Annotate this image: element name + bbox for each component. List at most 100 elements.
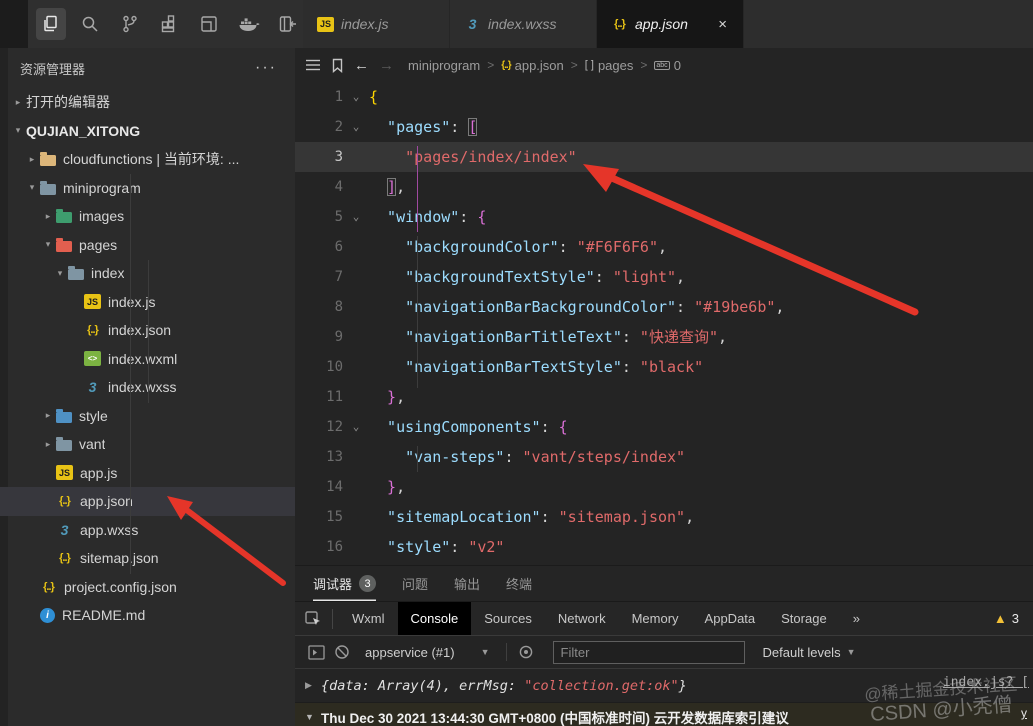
code-line-6[interactable]: 6 "backgroundColor": "#F6F6F6", (295, 232, 1033, 262)
code-line-3[interactable]: 3 "pages/index/index" (295, 142, 1033, 172)
explorer-more-actions-icon[interactable]: ··· (255, 59, 277, 77)
tree-item-images[interactable]: ▸ images (0, 202, 295, 231)
tree-item-style[interactable]: ▸ style (0, 402, 295, 431)
fold-chevron-icon[interactable]: ⌄ (343, 412, 369, 442)
wxss-file-icon: 3 (88, 379, 97, 396)
code-line-15[interactable]: 15 "sitemapLocation": "sitemap.json", (295, 502, 1033, 532)
docker-icon[interactable] (234, 8, 264, 40)
devtools-tab-Wxml[interactable]: Wxml (339, 602, 398, 635)
code-text: ], (369, 172, 1033, 202)
inspect-element-icon[interactable] (295, 610, 332, 627)
fold-chevron-icon[interactable]: ⌄ (343, 82, 369, 112)
code-line-16[interactable]: 16 "style": "v2" (295, 532, 1033, 562)
panel-tab-终端[interactable]: 终端 (506, 566, 532, 601)
token: , (657, 238, 668, 256)
chevron-down-icon: ▾ (57, 267, 63, 278)
bookmark-icon[interactable] (331, 58, 344, 73)
panel-toggle-icon[interactable] (273, 8, 303, 40)
tree-item-README.md[interactable]: i README.md (0, 601, 295, 630)
code-line-8[interactable]: 8 "navigationBarBackgroundColor": "#19be6… (295, 292, 1033, 322)
token: : (540, 508, 559, 526)
collapse-triangle-icon[interactable]: ▼ (305, 712, 321, 722)
devtools-warnings[interactable]: ▲ 3 (994, 611, 1033, 626)
expand-triangle-icon[interactable]: ▶ (305, 680, 321, 691)
code-line-5[interactable]: 5 ⌄ "window": { (295, 202, 1033, 232)
files-icon[interactable] (36, 8, 66, 40)
breadcrumb-item-0[interactable]: abc 0 (654, 58, 681, 73)
fold-chevron-icon[interactable]: ⌄ (343, 202, 369, 232)
navigate-forward-icon[interactable]: → (379, 57, 394, 74)
clear-console-icon[interactable] (329, 640, 355, 664)
tree-item-app.json[interactable]: {..} app.json (0, 487, 295, 516)
tab-index.wxss[interactable]: 3 index.wxss (450, 0, 597, 48)
close-tab-icon[interactable]: × (716, 16, 729, 33)
console-log-row[interactable]: ▶ {data: Array(4), errMsg: "collection.g… (295, 668, 1033, 702)
log-source-link[interactable]: index.js? [ (943, 675, 1029, 690)
tree-item-pages[interactable]: ▾ pages (0, 231, 295, 260)
tree-item-sitemap.json[interactable]: {..} sitemap.json (0, 544, 295, 573)
tree-item-vant[interactable]: ▸ vant (0, 430, 295, 459)
token: "van-steps" (405, 448, 505, 466)
breadcrumb-separator: > (487, 58, 495, 72)
extensions-icon[interactable] (155, 8, 185, 40)
console-warning-row[interactable]: ▼ Thu Dec 30 2021 13:44:30 GMT+0800 (中国标… (295, 702, 1033, 726)
devtools-tab-»[interactable]: » (840, 602, 873, 635)
panel-tab-问题[interactable]: 问题 (402, 566, 428, 601)
tab-index.js[interactable]: JS index.js (303, 0, 450, 48)
tree-item-cloudfunctions[interactable]: ▸ cloudfunctions | 当前环境: ... (0, 145, 295, 174)
navigate-back-icon[interactable]: ← (354, 57, 369, 74)
source-control-icon[interactable] (115, 8, 145, 40)
code-line-2[interactable]: 2 ⌄ "pages": [ (295, 112, 1033, 142)
code-line-1[interactable]: 1 ⌄{ (295, 82, 1033, 112)
devtools-tab-AppData[interactable]: AppData (692, 602, 769, 635)
token: "window" (387, 208, 460, 226)
tree-item-label: README.md (62, 607, 146, 624)
devtools-tab-Console[interactable]: Console (397, 602, 472, 635)
live-expression-eye-icon[interactable] (513, 640, 539, 664)
tree-item-miniprogram[interactable]: ▾ miniprogram (0, 174, 295, 203)
search-icon[interactable] (76, 8, 106, 40)
fold-chevron-icon[interactable]: ⌄ (343, 112, 369, 142)
code-line-4[interactable]: 4], (295, 172, 1033, 202)
tree-item-app.js[interactable]: JS app.js (0, 459, 295, 488)
console-sidebar-toggle-icon[interactable] (303, 640, 329, 664)
breadcrumb-items: miniprogram > {..} app.json > [ ] pages > abc 0 (408, 58, 681, 73)
code-line-7[interactable]: 7 "backgroundTextStyle": "light", (295, 262, 1033, 292)
code-line-11[interactable]: 11}, (295, 382, 1033, 412)
panel-tab-输出[interactable]: 输出 (454, 566, 480, 601)
window-layout-icon[interactable] (194, 8, 224, 40)
tree-item-app.wxss[interactable]: 3 app.wxss (0, 516, 295, 545)
execution-context-select[interactable]: appservice (#1) ▼ (355, 645, 500, 660)
token: "vant/steps/index" (522, 448, 686, 466)
outline-list-icon[interactable] (305, 58, 321, 72)
tab-app.json[interactable]: {..} app.json × (597, 0, 744, 48)
code-line-9[interactable]: 9 "navigationBarTitleText": "快递查询", (295, 322, 1033, 352)
token: , (396, 178, 406, 196)
warning-source-link[interactable]: y (1021, 706, 1027, 720)
console-filter-input[interactable] (552, 640, 745, 664)
tree-item-[interactable]: ▸ 打开的编辑器 (0, 88, 295, 117)
code-line-10[interactable]: 10 "navigationBarTextStyle": "black" (295, 352, 1033, 382)
explorer-sidebar: 资源管理器 ··· ▸ 打开的编辑器 ▾ QUJIAN_XITONG ▸ cloudfun… (0, 48, 295, 726)
panel-tab-label: 输出 (454, 577, 481, 592)
tree-indent-guide (130, 174, 131, 574)
code-line-13[interactable]: 13 "van-steps": "vant/steps/index" (295, 442, 1033, 472)
token: "v2" (468, 538, 505, 556)
devtools-tab-Memory[interactable]: Memory (619, 602, 692, 635)
log-levels-select[interactable]: Default levels ▼ (763, 645, 856, 660)
breadcrumb-item-pages[interactable]: [ ] pages (585, 58, 634, 73)
tab-label: index.wxss (488, 16, 557, 32)
tree-item-project.config.json[interactable]: {..} project.config.json (0, 573, 295, 602)
code-line-12[interactable]: 12 ⌄ "usingComponents": { (295, 412, 1033, 442)
devtools-tab-Storage[interactable]: Storage (768, 602, 840, 635)
editor-tab-strip: JS index.js 3 index.wxss {..} app.json × (303, 0, 1033, 48)
code-line-14[interactable]: 14}, (295, 472, 1033, 502)
code-editor[interactable]: 1 ⌄{2 ⌄ "pages": [3 "pages/index/index" 4], 5 ⌄… (295, 82, 1033, 562)
breadcrumb-item-miniprogram[interactable]: miniprogram (408, 58, 480, 73)
breadcrumb-item-app.json[interactable]: {..} app.json (501, 58, 564, 73)
devtools-tab-Network[interactable]: Network (545, 602, 619, 635)
json-braces-icon: {..} (501, 59, 511, 71)
devtools-tab-Sources[interactable]: Sources (471, 602, 545, 635)
tree-item-QUJIAN_XITONG[interactable]: ▾ QUJIAN_XITONG (0, 117, 295, 146)
panel-tab-调试器[interactable]: 调试器 3 (313, 566, 377, 601)
